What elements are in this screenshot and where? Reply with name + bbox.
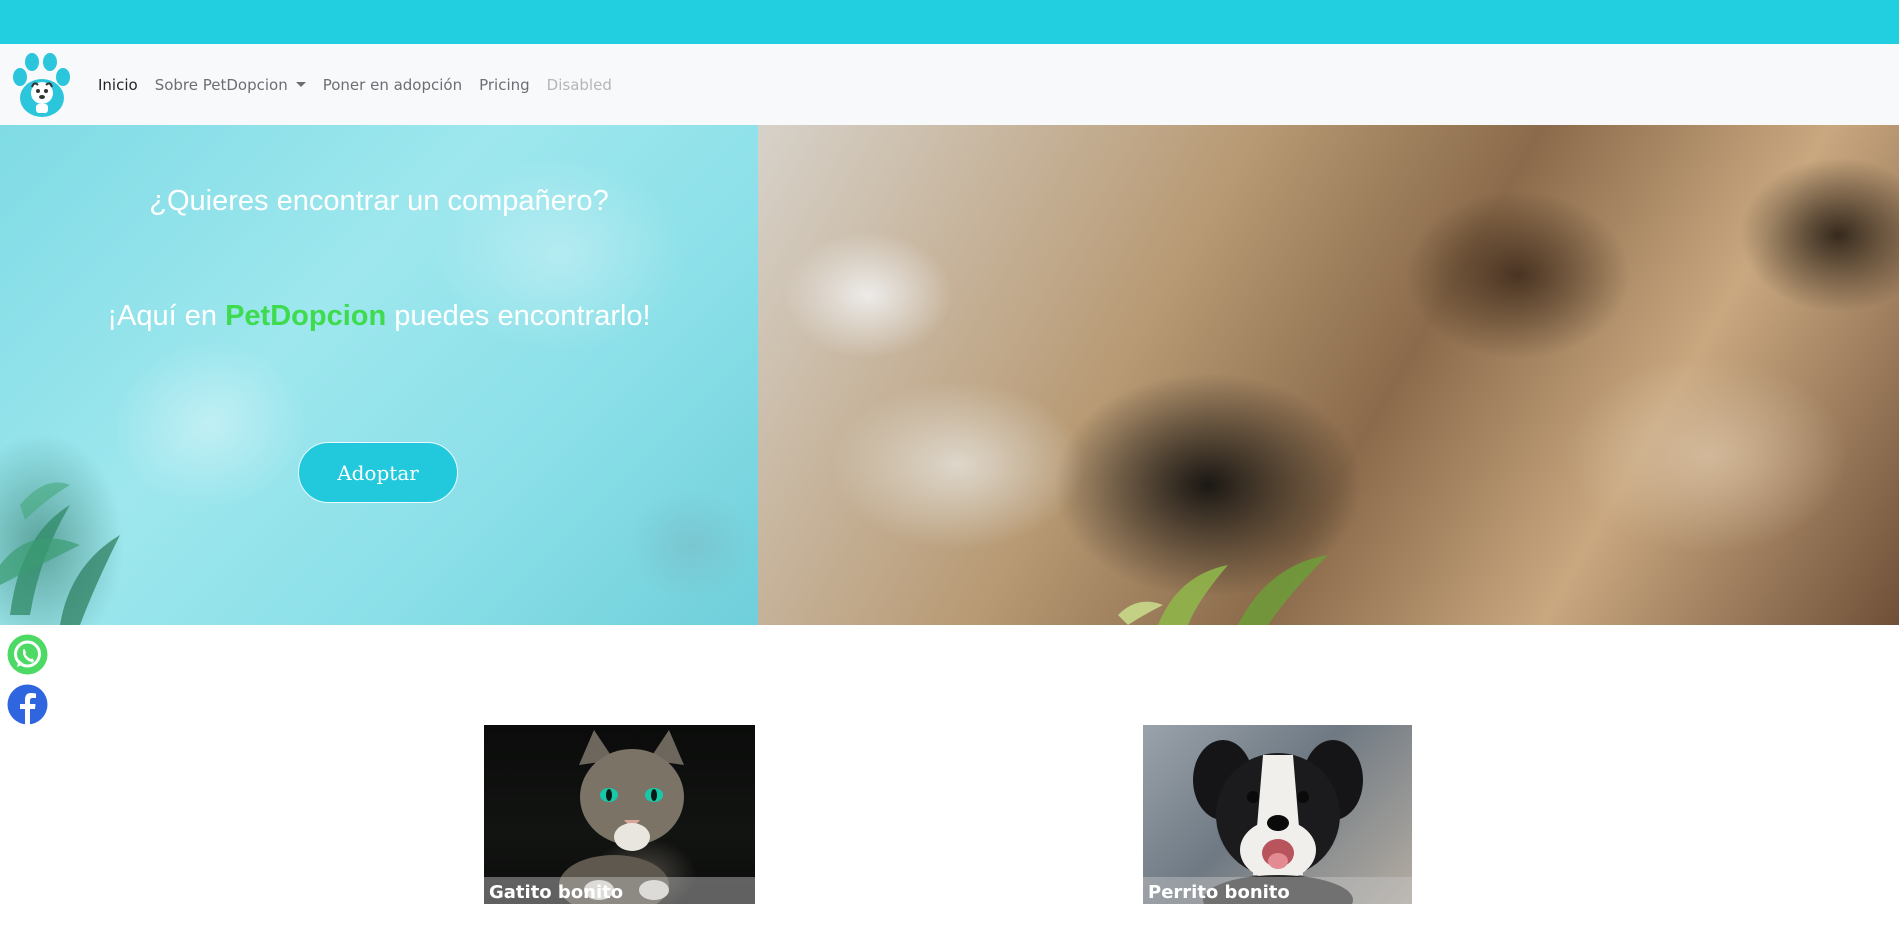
pet-card-cat[interactable]: Gatito bonito xyxy=(484,725,755,904)
hero-left-panel: ¿Quieres encontrar un compañero? ¡Aquí e… xyxy=(0,125,758,625)
navbar: Inicio Sobre PetDopcion Poner en adopció… xyxy=(0,44,1899,125)
hero-tagline-prefix: ¡Aquí en xyxy=(107,300,226,332)
nav-item-inicio[interactable]: Inicio xyxy=(98,76,138,94)
leaves-decoration-icon xyxy=(0,482,120,625)
hero-brand-name: PetDopcion xyxy=(225,300,387,332)
facebook-icon xyxy=(7,684,48,725)
brand-logo[interactable] xyxy=(8,49,76,121)
facebook-link[interactable] xyxy=(7,684,48,725)
caret-down-icon xyxy=(295,81,306,87)
nav-item-label: Sobre PetDopcion xyxy=(154,75,288,94)
hero-banner: ¿Quieres encontrar un compañero? ¡Aquí e… xyxy=(0,125,1899,625)
top-accent-bar xyxy=(0,0,1899,44)
nav-item-poner-en-adopcion[interactable]: Poner en adopción xyxy=(323,76,462,94)
paw-logo-icon xyxy=(13,52,70,117)
nav-item-disabled: Disabled xyxy=(546,75,612,94)
leaves-photo-decoration-icon xyxy=(1118,555,1328,625)
pet-card-dog[interactable]: Perrito bonito xyxy=(1143,725,1412,904)
hero-tagline-suffix: puedes encontrarlo! xyxy=(386,300,651,332)
whatsapp-link[interactable] xyxy=(7,634,48,675)
hero-tagline: ¡Aquí en PetDopcion puedes encontrarlo! xyxy=(0,300,758,333)
nav-item-sobre-petdopcion[interactable]: Sobre PetDopcion xyxy=(155,76,306,94)
hero-pets-photo xyxy=(758,125,1899,625)
adopt-button[interactable]: Adoptar xyxy=(298,442,458,503)
card-caption: Perrito bonito xyxy=(1143,877,1412,904)
whatsapp-icon xyxy=(7,634,48,675)
hero-question: ¿Quieres encontrar un compañero? xyxy=(149,185,609,217)
nav-item-pricing[interactable]: Pricing xyxy=(479,76,530,94)
card-caption: Gatito bonito xyxy=(484,877,755,904)
